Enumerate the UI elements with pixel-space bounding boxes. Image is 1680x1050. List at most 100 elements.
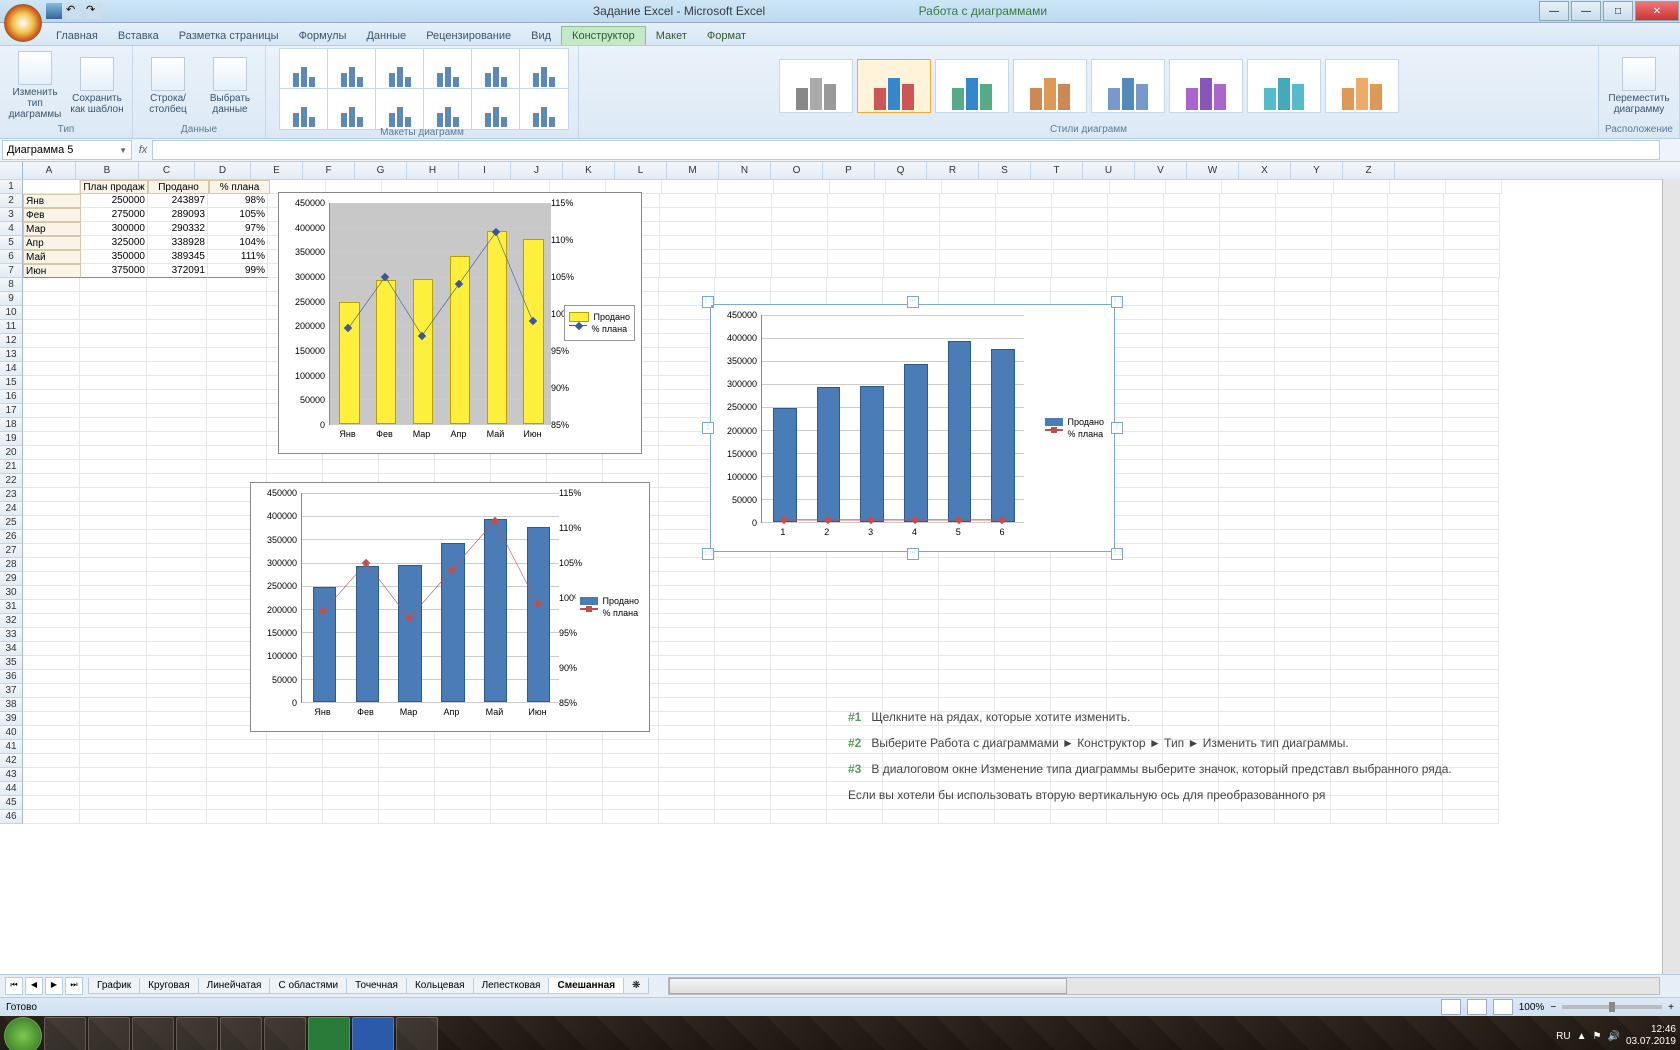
row-header[interactable]: 34 <box>0 642 23 656</box>
cell[interactable] <box>1163 502 1219 516</box>
cell[interactable] <box>1331 614 1387 628</box>
row-header[interactable]: 41 <box>0 740 23 754</box>
cell[interactable] <box>716 264 772 278</box>
cell[interactable] <box>147 306 207 320</box>
cell[interactable] <box>1163 292 1219 306</box>
cell[interactable] <box>883 614 939 628</box>
cell[interactable] <box>1387 418 1443 432</box>
row-header[interactable]: 17 <box>0 404 23 418</box>
plot-area[interactable] <box>329 203 551 425</box>
cell[interactable] <box>1332 194 1388 208</box>
cell[interactable] <box>1219 516 1275 530</box>
cell[interactable] <box>1275 558 1331 572</box>
cell[interactable] <box>1275 530 1331 544</box>
cell[interactable] <box>147 754 207 768</box>
row-header[interactable]: 20 <box>0 446 23 460</box>
row-header[interactable]: 2 <box>0 194 23 208</box>
cell[interactable] <box>1388 236 1444 250</box>
cell[interactable]: Янв <box>23 194 81 208</box>
cell[interactable] <box>1387 558 1443 572</box>
cell[interactable] <box>1331 502 1387 516</box>
cell[interactable] <box>267 796 323 810</box>
cell[interactable] <box>1275 810 1331 824</box>
cell[interactable] <box>1107 684 1163 698</box>
cell[interactable] <box>1443 432 1499 446</box>
row-header[interactable]: 9 <box>0 292 23 306</box>
cell[interactable] <box>23 320 80 334</box>
cell[interactable] <box>1331 432 1387 446</box>
cell[interactable] <box>995 628 1051 642</box>
cell[interactable] <box>1387 348 1443 362</box>
cell[interactable] <box>1388 250 1444 264</box>
change-chart-type-button[interactable]: Изменить тип диаграммы <box>6 51 64 120</box>
cell[interactable] <box>1219 670 1275 684</box>
sheet-tab[interactable]: Точечная <box>346 978 407 994</box>
row-header[interactable]: 29 <box>0 572 23 586</box>
cell[interactable] <box>147 796 207 810</box>
cell[interactable] <box>659 670 715 684</box>
sheet-tab[interactable]: График <box>88 978 140 994</box>
cell[interactable] <box>147 460 207 474</box>
cell[interactable] <box>772 250 828 264</box>
cell[interactable] <box>1443 278 1499 292</box>
cell[interactable] <box>1331 628 1387 642</box>
tab-view[interactable]: Вид <box>521 27 561 45</box>
cell[interactable] <box>80 670 147 684</box>
cell[interactable] <box>80 796 147 810</box>
cell[interactable] <box>1051 600 1107 614</box>
cell[interactable] <box>1332 236 1388 250</box>
cell[interactable]: 289093 <box>148 208 208 222</box>
cell[interactable] <box>883 586 939 600</box>
worksheet-area[interactable]: ABCDEFGHIJKLMNOPQRSTUVWXYZ 1План продажП… <box>0 162 1680 974</box>
cell[interactable] <box>1163 404 1219 418</box>
cell[interactable] <box>659 642 715 656</box>
cell[interactable] <box>1387 292 1443 306</box>
cell[interactable] <box>1163 586 1219 600</box>
cell[interactable] <box>1443 348 1499 362</box>
cell[interactable] <box>147 642 207 656</box>
cell[interactable] <box>771 558 827 572</box>
cell[interactable] <box>1107 628 1163 642</box>
cell[interactable] <box>830 180 886 194</box>
cell[interactable] <box>1443 684 1499 698</box>
cell[interactable] <box>1331 460 1387 474</box>
cell[interactable] <box>884 250 940 264</box>
cell[interactable] <box>1387 656 1443 670</box>
cell[interactable] <box>1107 614 1163 628</box>
cell[interactable] <box>1443 530 1499 544</box>
cell[interactable] <box>1387 530 1443 544</box>
cell[interactable] <box>1275 446 1331 460</box>
cell[interactable] <box>1275 404 1331 418</box>
cell[interactable] <box>323 740 379 754</box>
cell[interactable] <box>23 782 80 796</box>
cell[interactable] <box>80 740 147 754</box>
cell[interactable] <box>659 278 715 292</box>
tray-icon[interactable]: ⚑ <box>1593 1031 1602 1042</box>
cell[interactable] <box>715 628 771 642</box>
tab-formulas[interactable]: Формулы <box>289 27 357 45</box>
cell[interactable] <box>1332 208 1388 222</box>
cell[interactable] <box>1443 558 1499 572</box>
cell[interactable] <box>1443 362 1499 376</box>
cell[interactable]: Фев <box>23 208 81 222</box>
cell[interactable] <box>715 796 771 810</box>
cell[interactable] <box>1219 292 1275 306</box>
cell[interactable] <box>1443 418 1499 432</box>
cell[interactable] <box>267 782 323 796</box>
cell[interactable] <box>940 222 996 236</box>
cell[interactable] <box>771 754 827 768</box>
cell[interactable] <box>1444 222 1500 236</box>
cell[interactable] <box>80 516 147 530</box>
cell[interactable] <box>1387 306 1443 320</box>
cell[interactable] <box>1388 194 1444 208</box>
cell[interactable] <box>23 488 80 502</box>
row-header[interactable]: 42 <box>0 754 23 768</box>
cell[interactable] <box>884 222 940 236</box>
cell[interactable] <box>23 474 80 488</box>
cell[interactable] <box>715 712 771 726</box>
new-sheet-button[interactable]: ❋ <box>623 978 649 994</box>
cell[interactable] <box>1443 656 1499 670</box>
cell[interactable] <box>80 810 147 824</box>
cell[interactable] <box>80 306 147 320</box>
cell[interactable] <box>772 208 828 222</box>
